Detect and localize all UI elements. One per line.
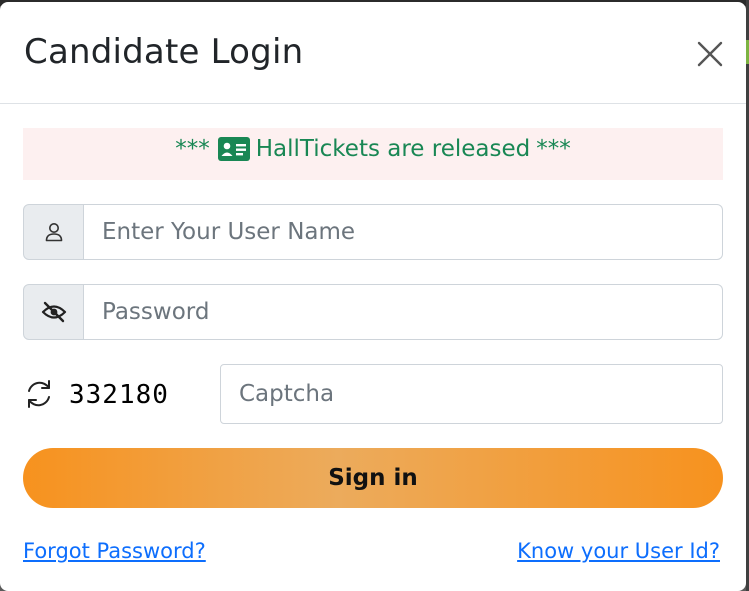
refresh-icon: [28, 380, 50, 408]
eye-slash-icon: [41, 301, 66, 323]
user-icon: [45, 223, 62, 242]
know-user-id-link[interactable]: Know your User Id?: [517, 536, 720, 566]
captcha-code: 332180: [69, 380, 169, 410]
forgot-password-link[interactable]: Forgot Password?: [23, 536, 206, 566]
password-toggle[interactable]: [23, 284, 84, 340]
username-input[interactable]: [84, 204, 723, 260]
captcha-row: 332180: [23, 364, 723, 424]
modal-title: Candidate Login: [24, 32, 304, 72]
captcha-input[interactable]: [220, 364, 723, 424]
captcha-refresh-button[interactable]: [23, 378, 55, 410]
close-icon: [697, 41, 723, 67]
username-addon: [23, 204, 84, 260]
halltickets-notice: *** HallTickets are released ***: [23, 128, 723, 180]
password-group: [23, 284, 723, 340]
close-button[interactable]: [695, 39, 725, 69]
modal-header: Candidate Login: [0, 2, 746, 104]
id-card-icon: [217, 137, 250, 161]
username-group: [23, 204, 723, 260]
notice-prefix: ***: [175, 136, 210, 162]
notice-text: HallTickets are released: [255, 136, 531, 162]
notice-suffix: ***: [536, 136, 571, 162]
login-modal: Candidate Login *** HallTickets are rele…: [0, 2, 746, 591]
signin-button[interactable]: Sign in: [23, 448, 723, 508]
password-input[interactable]: [84, 284, 723, 340]
